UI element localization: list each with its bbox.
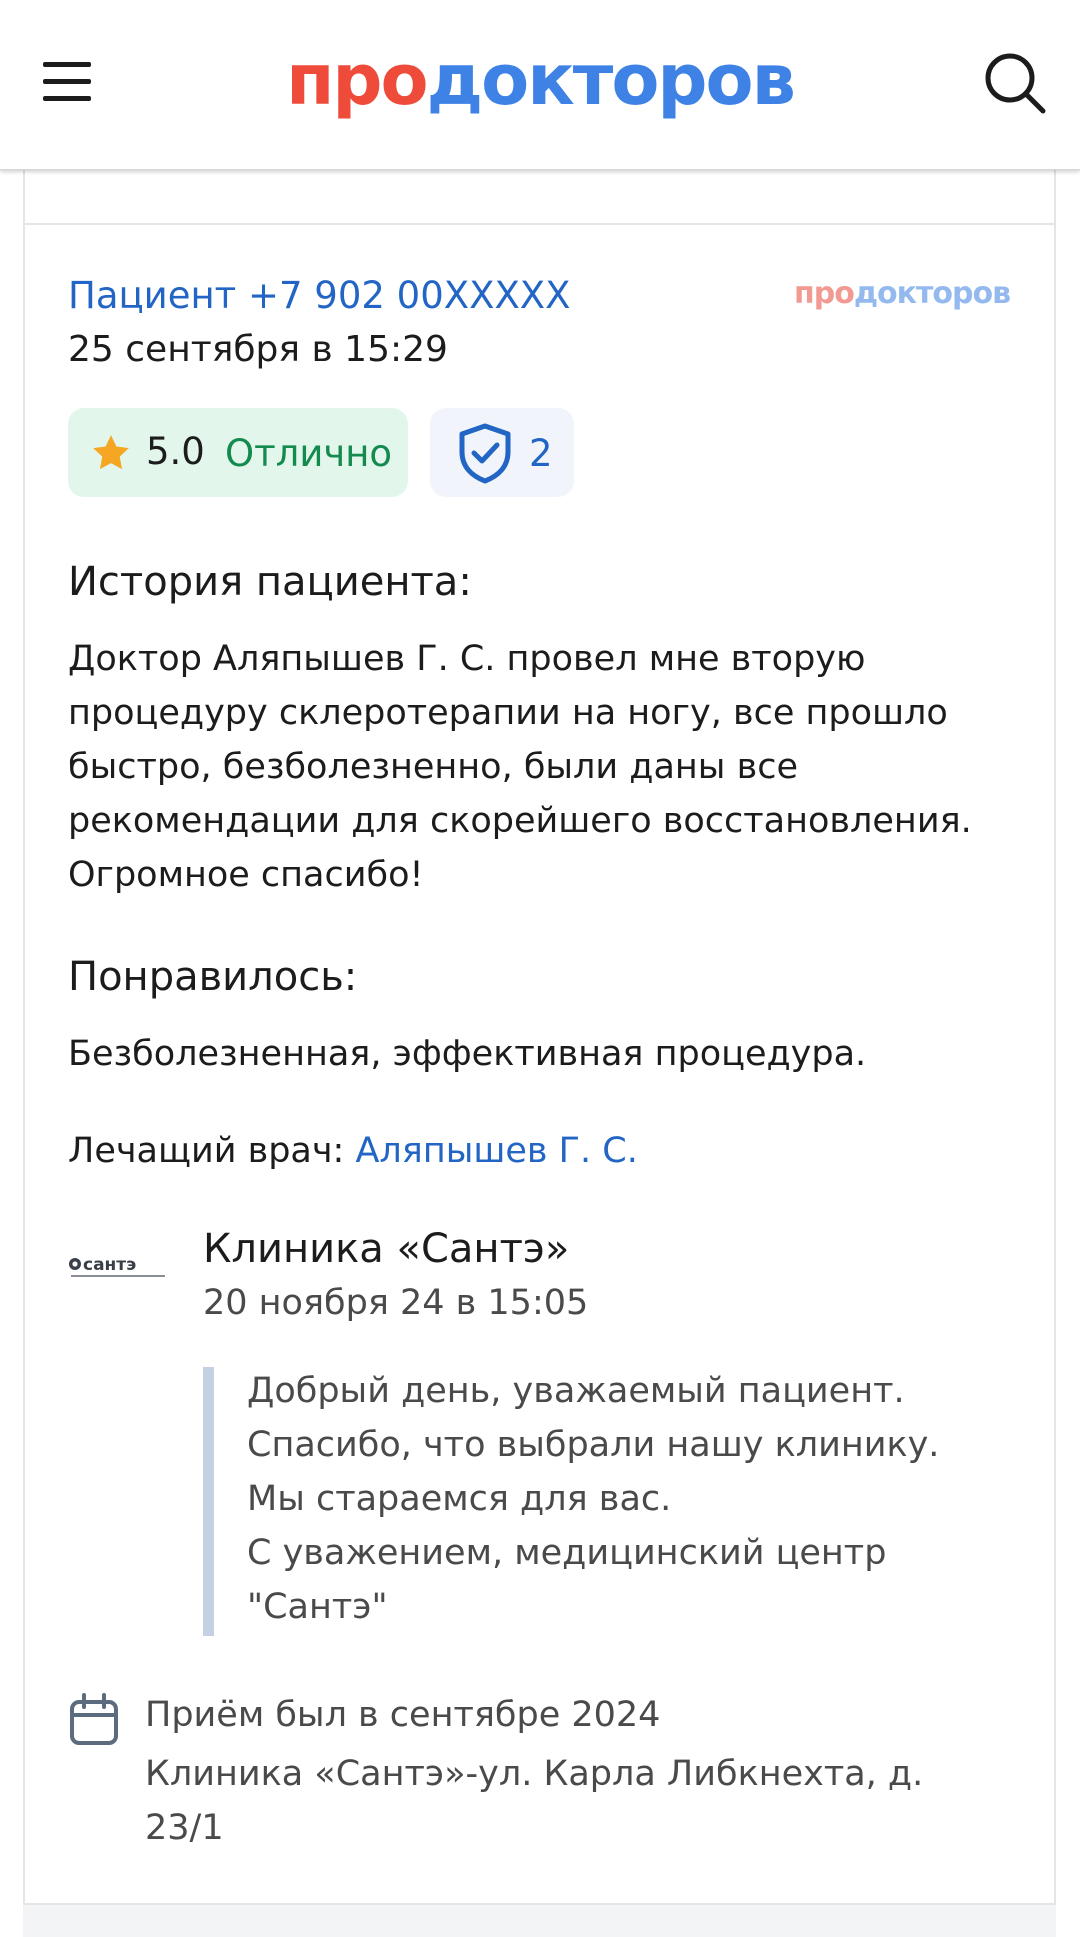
card-top-divider (23, 223, 1056, 225)
source-logo-part1: про (794, 276, 855, 311)
story-line: процедуру склеротерапии на ногу, все про… (68, 693, 948, 733)
clinic-logo: сантэ (69, 1255, 165, 1277)
rating-value: 5.0 (146, 430, 205, 473)
reply-line: С уважением, медицинский центр (247, 1533, 887, 1573)
visit-where-cont: 23/1 (145, 1808, 224, 1848)
reply-quote-bar (203, 1367, 214, 1636)
verified-badge[interactable]: 2 (430, 408, 574, 497)
search-icon[interactable] (982, 50, 1048, 116)
story-line: Доктор Аляпышев Г. С. провел мне вторую (68, 639, 866, 679)
story-title: История пациента: (68, 559, 472, 605)
review-source-logo: продокторов (794, 274, 1011, 314)
reply-line: Спасибо, что выбрали нашу клинику. (247, 1425, 940, 1465)
rating-badge: 5.0 Отлично (68, 408, 408, 497)
doctor-label: Лечащий врач: (68, 1131, 345, 1171)
top-header: продокторов (0, 0, 1080, 170)
reply-line: "Сантэ" (247, 1587, 388, 1627)
story-text: Доктор Аляпышев Г. С. провел мне вторую … (68, 632, 1018, 902)
story-line: рекомендации для скорейшего восстановлен… (68, 801, 972, 841)
reply-line: Добрый день, уважаемый пациент. (247, 1371, 905, 1411)
calendar-icon (70, 1693, 118, 1745)
liked-title: Понравилось: (68, 954, 358, 1000)
visit-when: Приём был в сентябре 2024 (145, 1695, 661, 1735)
review-date: 25 сентября в 15:29 (68, 329, 448, 370)
verified-count: 2 (529, 432, 553, 475)
visit-where: Клиника «Сантэ»-ул. Карла Либкнехта, д. (145, 1754, 924, 1794)
clinic-reply-text: Добрый день, уважаемый пациент. Спасибо,… (247, 1364, 1017, 1634)
site-logo[interactable]: продокторов (0, 40, 1080, 120)
shield-check-icon (459, 423, 511, 484)
clinic-name[interactable]: Клиника «Сантэ» (203, 1222, 569, 1276)
story-line: быстро, безболезненно, были даны все (68, 747, 798, 787)
doctor-link[interactable]: Аляпышев Г. С. (355, 1131, 637, 1171)
story-line: Огромное спасибо! (68, 855, 424, 895)
doctor-line: Лечащий врач: Аляпышев Г. С. (68, 1124, 638, 1178)
clinic-reply-date: 20 ноября 24 в 15:05 (203, 1283, 589, 1323)
svg-text:сантэ: сантэ (83, 1255, 136, 1275)
star-icon (93, 435, 129, 470)
logo-part-doktorov: докторов (426, 39, 796, 121)
logo-part-pro: про (286, 39, 429, 121)
review-author[interactable]: Пациент +7 902 00XXXXX (68, 272, 571, 320)
reply-line: Мы стараемся для вас. (247, 1479, 672, 1519)
visit-info: Приём был в сентябре 2024 Клиника «Сантэ… (145, 1688, 1025, 1855)
source-logo-part2: докторов (853, 276, 1011, 311)
rating-label: Отлично (225, 432, 393, 475)
next-card-edge (23, 1905, 1056, 1937)
liked-text: Безболезненная, эффективная процедура. (68, 1034, 867, 1074)
